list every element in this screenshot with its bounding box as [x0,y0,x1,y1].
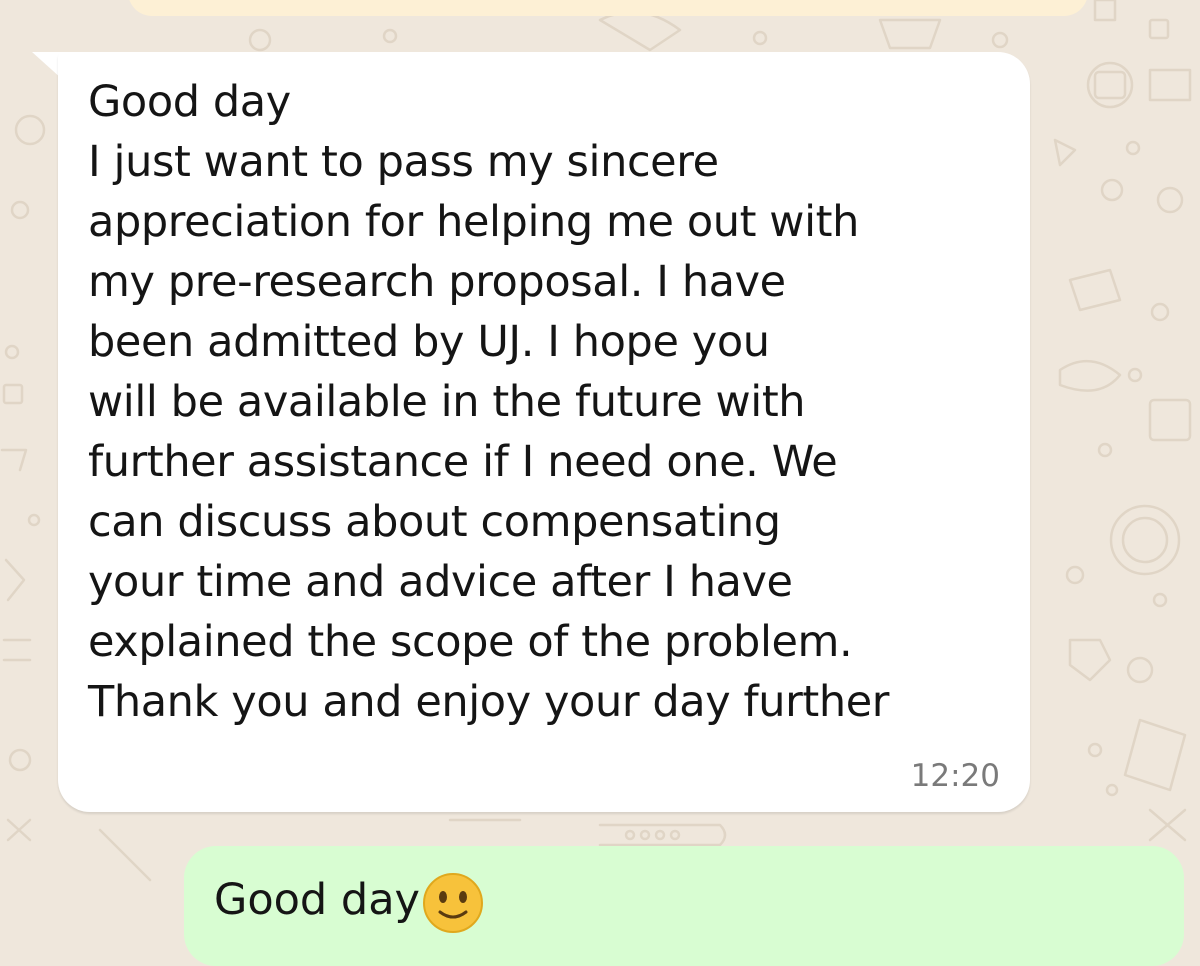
message-line: Good day [88,77,291,127]
message-timestamp: 12:20 [910,758,1000,794]
message-line: will be available in the future with [88,377,806,427]
message-line: explained the scope of the problem. [88,617,853,667]
incoming-message-text: Good day I just want to pass my sincere … [88,72,1008,732]
message-line: can discuss about compensating [88,497,781,547]
message-line: I just want to pass my sincere [88,137,719,187]
message-line: further assistance if I need one. We [88,437,838,487]
outgoing-message-label: Good day [214,875,420,925]
message-line: appreciation for helping me out with [88,197,859,247]
message-line: Thank you and enjoy your day further [88,677,890,727]
outgoing-message-text: Good day [214,870,484,934]
message-line: my pre-research proposal. I have [88,257,786,307]
slightly-smiling-face-emoji-icon [423,873,483,933]
message-line: been admitted by UJ. I hope you [88,317,770,367]
previous-message-bubble[interactable] [128,0,1088,16]
message-line: your time and advice after I have [88,557,793,607]
